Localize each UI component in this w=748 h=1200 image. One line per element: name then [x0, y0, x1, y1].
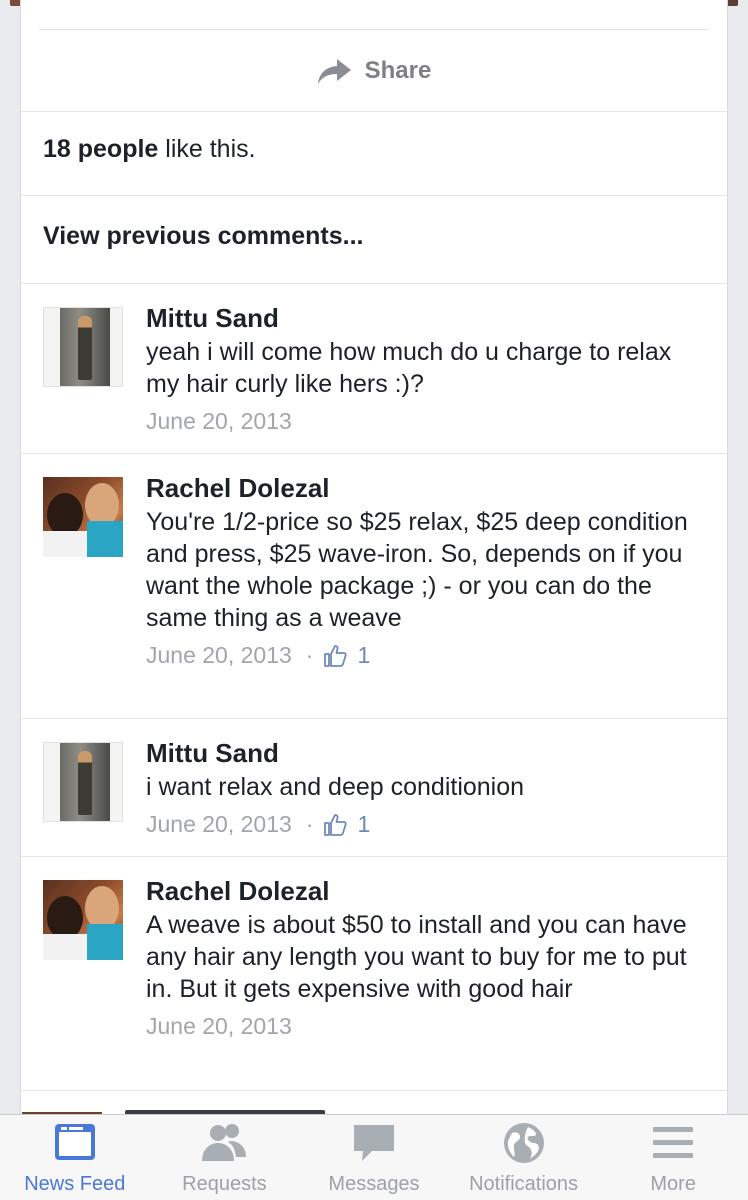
likes-count[interactable]: 18 people [43, 135, 158, 163]
comment-meta: June 20, 2013 [146, 408, 709, 435]
avatar[interactable] [43, 880, 123, 960]
comment-text: A weave is about $50 to install and you … [146, 911, 687, 1003]
bottom-tab-bar: News Feed Requests Messages Notification… [0, 1114, 748, 1200]
comment-meta: June 20, 2013 · 1 [146, 811, 709, 838]
view-previous-comments-link[interactable]: View previous comments... [43, 222, 363, 251]
thumbs-up-icon[interactable] [323, 813, 348, 837]
comment-author[interactable]: Mittu Sand [146, 737, 709, 769]
tab-label: News Feed [24, 1173, 126, 1195]
comment-item: Mittu Sand yeah i will come how much do … [21, 283, 727, 453]
meta-separator: · [305, 642, 314, 668]
comment-text: i want relax and deep conditionion [146, 773, 525, 801]
tab-label: Requests [182, 1173, 267, 1195]
post-card: Share 18 people like this. View previous… [20, 0, 728, 1116]
news-feed-icon [54, 1124, 95, 1160]
avatar[interactable] [43, 742, 123, 822]
tab-notifications[interactable]: Notifications [449, 1115, 599, 1200]
comment-author[interactable]: Rachel Dolezal [146, 472, 709, 504]
tab-label: Notifications [469, 1173, 579, 1195]
messages-icon [353, 1125, 394, 1161]
comment-date[interactable]: June 20, 2013 [146, 1013, 292, 1040]
comment-meta: June 20, 2013 [146, 1013, 709, 1040]
share-label: Share [364, 56, 432, 84]
hamburger-menu-icon [653, 1127, 694, 1158]
tab-news-feed[interactable]: News Feed [0, 1115, 150, 1200]
comment-item: Rachel Dolezal A weave is about $50 to i… [21, 856, 727, 1090]
comment-like-count[interactable]: 1 [357, 642, 370, 669]
comment-date[interactable]: June 20, 2013 [146, 811, 292, 838]
comment-item: Rachel Dolezal You're 1/2-price so $25 r… [21, 453, 727, 718]
divider [21, 195, 727, 196]
comment-author[interactable]: Mittu Sand [146, 302, 709, 334]
comment-date[interactable]: June 20, 2013 [146, 408, 292, 435]
likes-suffix: like this. [158, 135, 256, 163]
meta-separator: · [305, 811, 314, 837]
thumbs-up-icon[interactable] [323, 644, 348, 668]
comment-meta: June 20, 2013 · 1 [146, 642, 709, 669]
share-button[interactable]: Share [317, 56, 432, 85]
comment-like-count[interactable]: 1 [357, 811, 370, 838]
avatar[interactable] [43, 307, 123, 387]
tab-more[interactable]: More [598, 1115, 748, 1200]
likes-summary[interactable]: 18 people like this. [43, 135, 256, 164]
comment-text: yeah i will come how much do u charge to… [146, 338, 672, 398]
tab-requests[interactable]: Requests [150, 1115, 300, 1200]
avatar[interactable] [43, 477, 123, 557]
globe-icon [503, 1123, 544, 1163]
divider [21, 111, 727, 112]
tab-label: More [650, 1173, 696, 1195]
comment-author[interactable]: Rachel Dolezal [146, 875, 709, 907]
share-arrow-icon [317, 58, 351, 84]
comment-date[interactable]: June 20, 2013 [146, 642, 292, 669]
comment-text: You're 1/2-price so $25 relax, $25 deep … [146, 508, 688, 632]
tab-messages[interactable]: Messages [299, 1115, 449, 1200]
divider [21, 1090, 727, 1091]
share-row: Share [39, 29, 709, 111]
tab-label: Messages [328, 1173, 420, 1195]
comment-item: Mittu Sand i want relax and deep conditi… [21, 718, 727, 856]
friend-requests-icon [202, 1124, 247, 1161]
